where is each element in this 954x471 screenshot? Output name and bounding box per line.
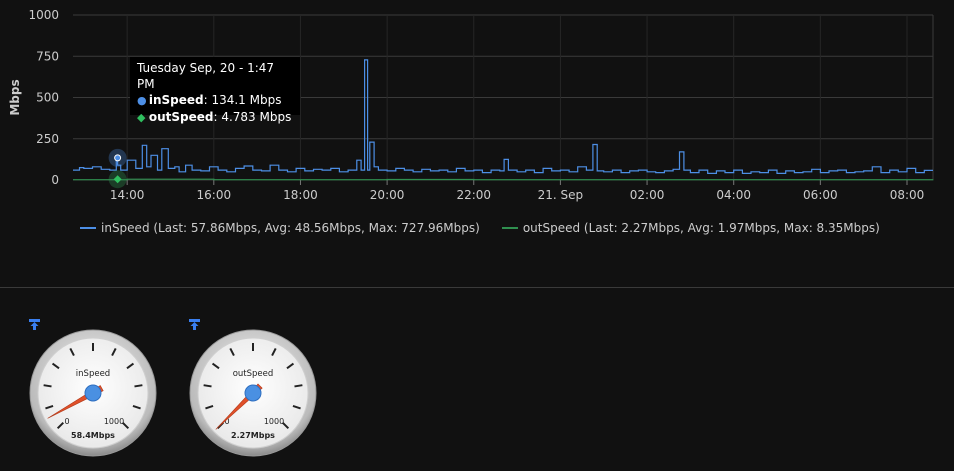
tooltip-out-row: ◆ outSpeed: 4.783 Mbps — [137, 110, 292, 124]
circle-marker-icon: ● — [137, 94, 147, 107]
y-axis-label: Mbps — [8, 79, 22, 115]
gauge-reading: 58.4Mbps — [71, 431, 115, 440]
legend-item-inspeed[interactable]: inSpeed (Last: 57.86Mbps, Avg: 48.56Mbps… — [80, 221, 480, 235]
gauge-major-tick — [43, 384, 52, 388]
chart-legend: inSpeed (Last: 57.86Mbps, Avg: 48.56Mbps… — [80, 218, 902, 238]
y-tick-label: 250 — [36, 132, 59, 146]
chart-panel: 0 250 500 750 1000 14:00 16:00 18:00 20:00 22:00 2… — [0, 0, 954, 287]
tooltip-out-name: outSpeed — [148, 110, 214, 124]
gauge-max-label: 1000 — [104, 417, 124, 426]
gauge-dial-inspeed: inSpeed 0 1000 58.4Mbps — [29, 329, 157, 457]
x-tick-label: 04:00 — [716, 188, 751, 202]
x-tick-label: 20:00 — [370, 188, 405, 202]
x-tick-label: 21. Sep — [538, 188, 584, 202]
chart-tooltip: Tuesday Sep, 20 - 1:47 PM ● inSpeed: 134… — [130, 57, 300, 124]
gauge-outspeed: outSpeed 0 1000 2.27Mbps — [188, 318, 318, 458]
legend-label-outspeed: outSpeed (Last: 2.27Mbps, Avg: 1.97Mbps,… — [522, 221, 880, 235]
y-tick-label: 500 — [36, 91, 59, 105]
legend-swatch-inspeed — [80, 227, 96, 229]
gauge-reading: 2.27Mbps — [231, 431, 275, 440]
legend-item-outspeed[interactable]: outSpeed (Last: 2.27Mbps, Avg: 1.97Mbps,… — [501, 221, 880, 235]
x-tick-label: 14:00 — [110, 188, 145, 202]
gauge-name: inSpeed — [76, 369, 110, 379]
gauge-name: outSpeed — [233, 369, 274, 379]
x-tick-label: 18:00 — [283, 188, 318, 202]
series-line-outspeed — [73, 178, 934, 181]
gauge-min-label: 0 — [64, 417, 69, 426]
gauge-inspeed: inSpeed 0 1000 58.4Mbps — [28, 318, 158, 458]
x-tick-label: 08:00 — [890, 188, 925, 202]
tooltip-out-value: 4.783 Mbps — [221, 110, 292, 124]
x-tick-label: 16:00 — [197, 188, 232, 202]
y-tick-label: 1000 — [28, 8, 59, 22]
diamond-marker-icon: ◆ — [137, 111, 146, 124]
x-tick-label: 22:00 — [456, 188, 491, 202]
gauge-hub — [84, 384, 102, 402]
y-tick-label: 750 — [36, 49, 59, 63]
legend-swatch-outspeed — [501, 227, 518, 229]
tooltip-in-value: 134.1 Mbps — [211, 93, 282, 107]
legend-label-inspeed: inSpeed (Last: 57.86Mbps, Avg: 48.56Mbps… — [101, 221, 480, 235]
gauge-max-label: 1000 — [264, 417, 284, 426]
gauge-dial-outspeed: outSpeed0 10002.27Mbps — [189, 329, 317, 457]
gauge-major-tick — [294, 384, 303, 388]
tooltip-title: Tuesday Sep, 20 - 1:47 PM — [137, 61, 275, 91]
hover-point-inspeed — [114, 154, 122, 162]
tooltip-in-row: ● inSpeed: 134.1 Mbps — [137, 93, 282, 107]
line-chart: 0 250 500 750 1000 14:00 16:00 18:00 20:00 22:00 2… — [8, 8, 934, 202]
gauges-panel: inSpeed 0 1000 58.4Mbps outSpeed 0 1000 2.27Mb… — [0, 288, 954, 471]
gauge-major-tick — [134, 384, 143, 388]
gauge-major-tick — [203, 384, 212, 388]
x-tick-label: 02:00 — [630, 188, 665, 202]
tooltip-in-name: inSpeed — [148, 93, 204, 107]
x-tick-label: 06:00 — [803, 188, 838, 202]
gauge-hub — [244, 384, 262, 402]
y-tick-label: 0 — [51, 173, 59, 187]
